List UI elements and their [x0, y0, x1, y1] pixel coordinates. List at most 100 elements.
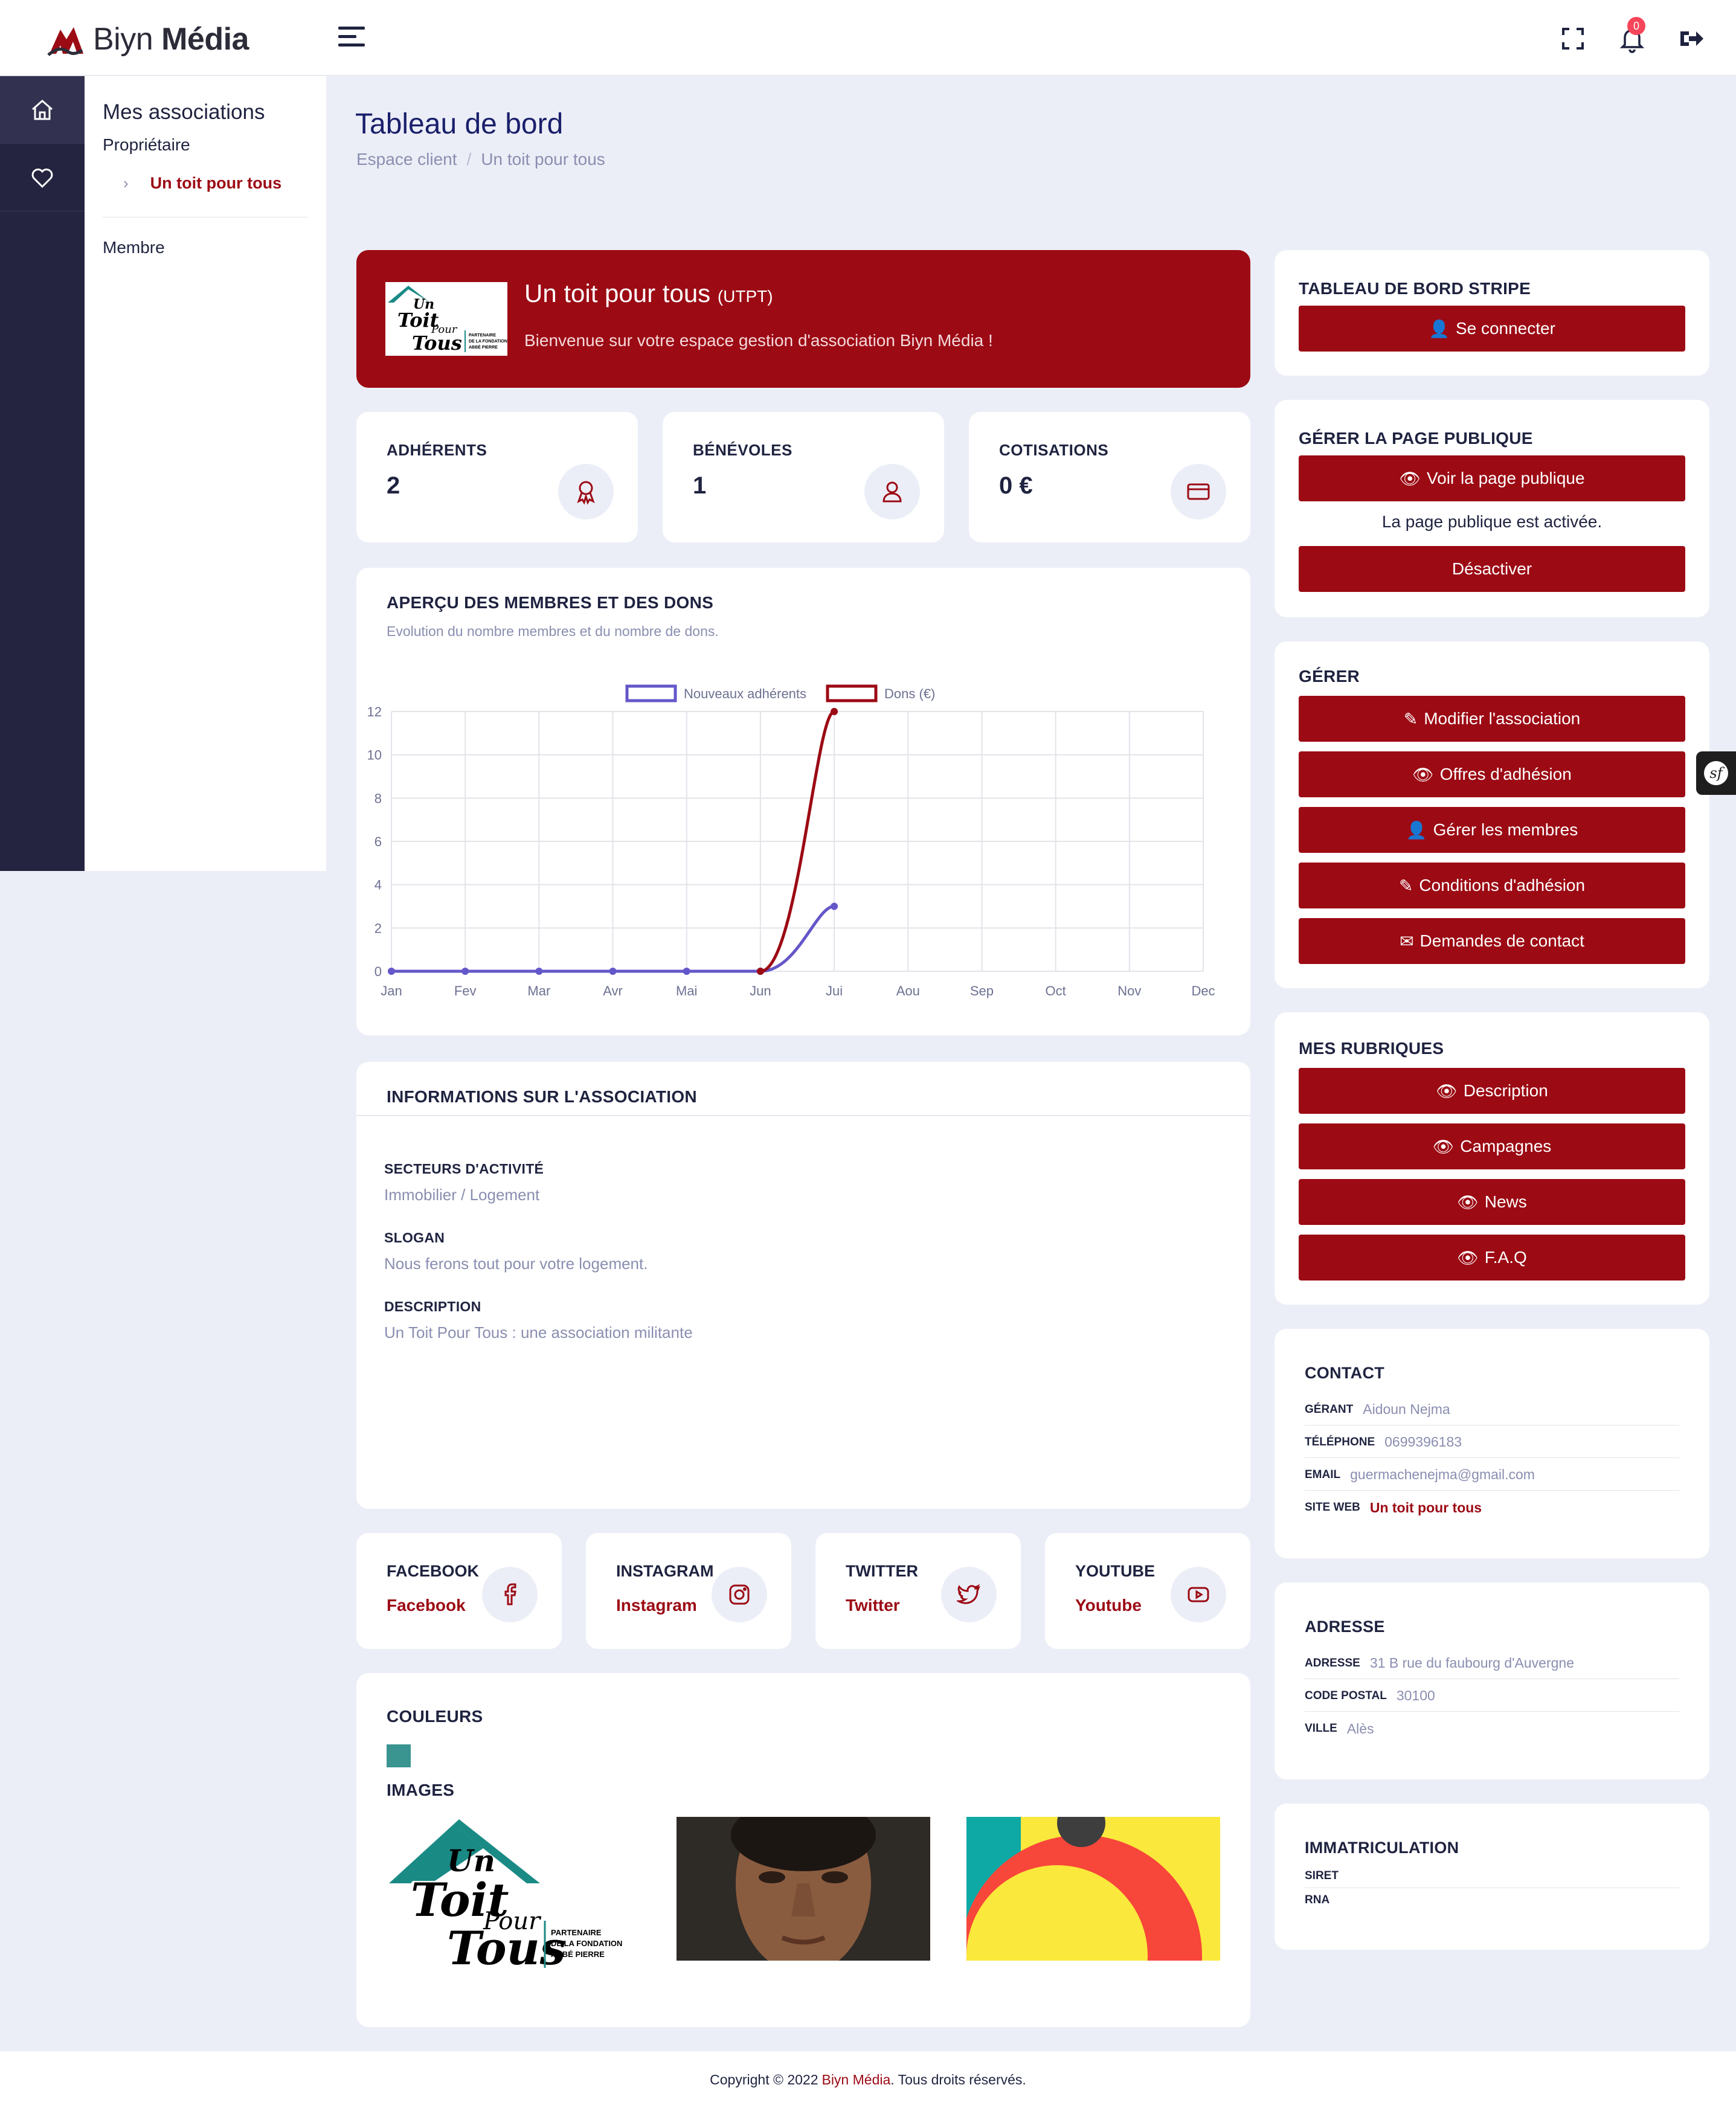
x-tick-label: Jan	[381, 983, 402, 998]
brand-name: Biyn Média	[93, 22, 249, 57]
description-value: Un Toit Pour Tous : une association mili…	[384, 1323, 693, 1342]
social-card-youtube: YOUTUBE Youtube	[1045, 1533, 1250, 1649]
address-city-row: VILLE Alès	[1305, 1720, 1374, 1737]
rubrique-campaigns-button[interactable]: 👁 Campagnes	[1299, 1123, 1685, 1169]
facebook-link[interactable]: Facebook	[387, 1596, 466, 1615]
breadcrumb: Espace client / Un toit pour tous	[356, 150, 605, 169]
x-tick-label: Jun	[750, 983, 771, 998]
slogan-value: Nous ferons tout pour votre logement.	[384, 1255, 648, 1273]
youtube-icon[interactable]	[1171, 1567, 1226, 1622]
data-point	[831, 708, 838, 715]
instagram-link[interactable]: Instagram	[616, 1596, 697, 1615]
data-point	[683, 968, 690, 975]
twitter-icon[interactable]	[941, 1567, 997, 1622]
notification-badge: 0	[1627, 17, 1645, 35]
symfony-toolbar-icon[interactable]: sf	[1696, 751, 1736, 795]
member-label[interactable]: Membre	[103, 238, 308, 257]
footer-brand-link[interactable]: Biyn Média	[821, 2072, 890, 2088]
rubrique-description-button[interactable]: 👁 Description	[1299, 1068, 1685, 1114]
manage-members-button[interactable]: 👤 Gérer les membres	[1299, 807, 1685, 853]
contact-website-row: SITE WEB Un toit pour tous	[1305, 1499, 1482, 1516]
registration-card: IMMATRICULATION SIRET RNA	[1275, 1804, 1709, 1950]
y-tick-label: 12	[367, 704, 382, 719]
rail-favorites[interactable]	[0, 144, 85, 211]
stat-label: COTISATIONS	[999, 441, 1109, 459]
nav-association-link[interactable]: › Un toit pour tous	[123, 174, 308, 193]
website-link[interactable]: Un toit pour tous	[1370, 1500, 1482, 1516]
envelope-icon: ✉	[1400, 931, 1414, 951]
eye-icon: 👁	[1399, 469, 1421, 488]
data-point	[609, 968, 617, 975]
legend-swatch	[826, 684, 878, 702]
user-icon: 👤	[1406, 820, 1427, 840]
membership-offers-button[interactable]: 👁 Offres d'adhésion	[1299, 751, 1685, 797]
y-tick-label: 0	[375, 964, 382, 979]
x-tick-label: Nov	[1117, 983, 1141, 998]
x-tick-label: Fev	[454, 983, 477, 998]
twitter-link[interactable]: Twitter	[846, 1596, 900, 1615]
contact-phone-row: TÉLÉPHONE 0699396183	[1305, 1427, 1679, 1458]
chart-card: APERÇU DES MEMBRES ET DES DONS Evolution…	[356, 568, 1250, 1035]
view-public-page-button[interactable]: 👁 Voir la page publique	[1299, 455, 1685, 501]
brand-logo[interactable]: Biyn Média	[47, 19, 249, 59]
rail-home[interactable]	[0, 76, 85, 144]
svg-text:ABBÉ PIERRE: ABBÉ PIERRE	[469, 344, 498, 350]
sector-value: Immobilier / Logement	[384, 1186, 540, 1204]
deactivate-button[interactable]: Désactiver	[1299, 546, 1685, 592]
x-tick-label: Dec	[1191, 983, 1215, 998]
brand-mark-icon	[47, 27, 83, 56]
logout-icon[interactable]	[1677, 24, 1706, 53]
image-portrait[interactable]	[677, 1817, 930, 1961]
rubrique-news-button[interactable]: 👁 News	[1299, 1179, 1685, 1225]
association-logo-thumb: Un Toit Pour Tous PARTENAIRE DE LA FONDA…	[385, 282, 507, 356]
stripe-card: TABLEAU DE BORD STRIPE 👤 Se connecter	[1275, 250, 1709, 376]
y-tick-label: 8	[375, 791, 382, 806]
home-icon	[32, 99, 53, 120]
nav-title: Mes associations	[103, 100, 265, 124]
public-page-title: GÉRER LA PAGE PUBLIQUE	[1299, 429, 1533, 448]
x-tick-label: Avr	[603, 983, 623, 998]
edit-icon: ✎	[1403, 709, 1418, 728]
members-donations-chart: 0 2 4 6 8 10 12 Jan Fev Mar Avr Mai Jun Jui Aou Sep Oct N…	[367, 684, 1215, 998]
youtube-link[interactable]: Youtube	[1075, 1596, 1142, 1615]
fullscreen-icon[interactable]	[1558, 24, 1587, 53]
breadcrumb-home[interactable]: Espace client	[356, 150, 457, 169]
info-title: INFORMATIONS SUR L'ASSOCIATION	[387, 1087, 697, 1106]
svg-text:ABBÉ PIERRE: ABBÉ PIERRE	[551, 1950, 605, 1959]
y-tick-label: 6	[375, 834, 382, 849]
data-point	[535, 968, 543, 975]
x-tick-label: Oct	[1046, 983, 1066, 998]
stat-value: 1	[693, 472, 707, 499]
images-title: IMAGES	[387, 1781, 455, 1799]
stat-card-volunteers: BÉNÉVOLES 1	[663, 412, 944, 542]
slogan-label: SLOGAN	[384, 1230, 445, 1245]
social-label: FACEBOOK	[387, 1562, 480, 1580]
social-label: INSTAGRAM	[616, 1562, 714, 1580]
chevron-right-icon: ›	[123, 174, 129, 192]
stat-value: 0 €	[999, 472, 1033, 499]
edit-association-button[interactable]: ✎ Modifier l'association	[1299, 696, 1685, 742]
membership-conditions-button[interactable]: ✎ Conditions d'adhésion	[1299, 863, 1685, 908]
x-tick-label: Jui	[826, 983, 843, 998]
y-tick-label: 10	[367, 748, 382, 763]
facebook-icon[interactable]	[482, 1567, 538, 1622]
social-card-facebook: FACEBOOK Facebook	[356, 1533, 562, 1649]
image-abstract[interactable]	[966, 1817, 1220, 1961]
award-icon	[558, 464, 614, 519]
y-tick-label: 4	[375, 878, 382, 893]
rubrique-faq-button[interactable]: 👁 F.A.Q	[1299, 1235, 1685, 1281]
stripe-connect-button[interactable]: 👤 Se connecter	[1299, 306, 1685, 352]
stat-value: 2	[387, 472, 400, 499]
association-info-card: INFORMATIONS SUR L'ASSOCIATION SECTEURS …	[356, 1062, 1250, 1509]
image-logo[interactable]: Un Toit Pour Tous PARTENAIRE DE LA FONDA…	[387, 1817, 640, 1975]
stat-label: ADHÉRENTS	[387, 441, 487, 459]
heart-icon	[31, 168, 53, 188]
social-label: YOUTUBE	[1075, 1562, 1156, 1580]
contact-manager-row: GÉRANT Aidoun Nejma	[1305, 1394, 1679, 1425]
social-card-instagram: INSTAGRAM Instagram	[586, 1533, 791, 1649]
icon-rail	[0, 76, 85, 871]
data-point	[461, 968, 469, 975]
contact-requests-button[interactable]: ✉ Demandes de contact	[1299, 918, 1685, 964]
menu-toggle-icon[interactable]	[338, 27, 365, 50]
instagram-icon[interactable]	[712, 1567, 767, 1622]
